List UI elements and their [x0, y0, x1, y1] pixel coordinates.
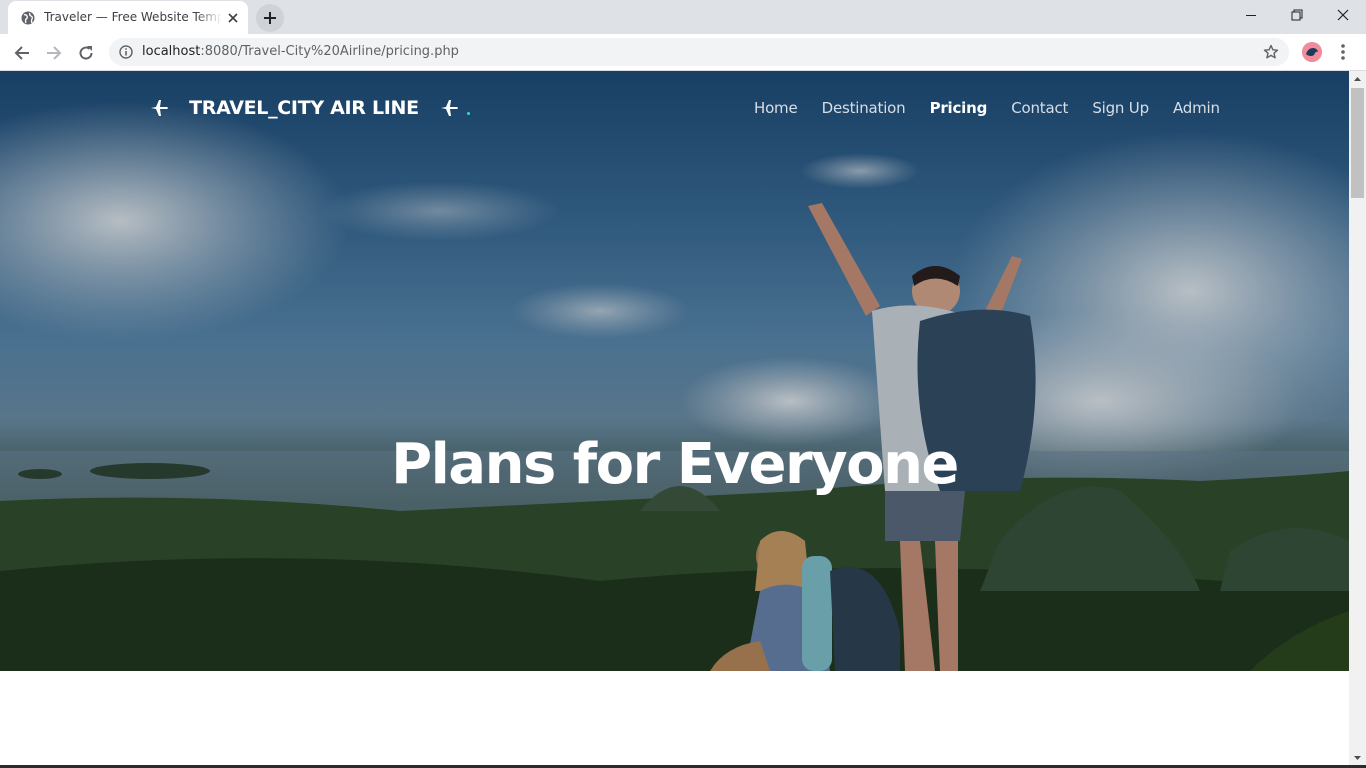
close-icon	[1337, 9, 1349, 21]
avatar-icon	[1302, 42, 1322, 62]
nav-link-pricing[interactable]: Pricing	[930, 99, 988, 117]
star-icon[interactable]	[1263, 44, 1279, 60]
brand-accent-dot	[467, 111, 471, 115]
plane-icon	[151, 100, 168, 116]
nav-link-admin[interactable]: Admin	[1173, 99, 1220, 117]
nav-link-destination[interactable]: Destination	[822, 99, 906, 117]
tab-title: Traveler — Free Website Template	[44, 10, 222, 24]
new-tab-button[interactable]	[256, 4, 284, 32]
tab-strip: Traveler — Free Website Template	[0, 0, 1366, 34]
plus-icon	[264, 12, 276, 24]
url-path: :8080/Travel-City%20Airline/pricing.php	[200, 44, 459, 59]
forward-icon	[47, 46, 62, 60]
nav-link-sign-up[interactable]: Sign Up	[1092, 99, 1149, 117]
main-navigation: Home Destination Pricing Contact Sign Up…	[754, 98, 1239, 117]
reload-button[interactable]	[72, 39, 100, 67]
reload-icon	[79, 46, 93, 60]
close-icon[interactable]	[226, 11, 240, 25]
forward-button[interactable]	[40, 39, 68, 67]
hero-overlay	[0, 71, 1349, 671]
minimize-button[interactable]	[1228, 0, 1274, 30]
window-close-button[interactable]	[1320, 0, 1366, 30]
back-button[interactable]	[8, 39, 36, 67]
brand-name: TRAVEL_CITY AIR LINE	[189, 97, 419, 119]
page-title: Plans for Everyone	[391, 432, 959, 497]
page-scrollbar[interactable]	[1349, 71, 1366, 768]
plane-icon	[440, 100, 458, 116]
profile-avatar[interactable]	[1302, 42, 1322, 62]
scroll-up-icon[interactable]	[1353, 75, 1362, 84]
globe-icon	[21, 11, 35, 25]
scrollbar-thumb[interactable]	[1351, 88, 1364, 198]
maximize-button[interactable]	[1274, 0, 1320, 30]
info-icon[interactable]	[119, 45, 133, 59]
hero-banner: TRAVEL_CITY AIR LINE Home Destination Pr…	[0, 71, 1349, 671]
address-bar[interactable]: localhost:8080/Travel-City%20Airline/pri…	[109, 38, 1289, 66]
menu-icon[interactable]	[1335, 40, 1351, 64]
back-icon	[14, 46, 29, 60]
browser-toolbar: localhost:8080/Travel-City%20Airline/pri…	[0, 34, 1366, 71]
url-host: localhost	[142, 44, 201, 59]
nav-link-contact[interactable]: Contact	[1011, 99, 1068, 117]
brand-logo[interactable]: TRAVEL_CITY AIR LINE	[150, 97, 471, 121]
minimize-icon	[1246, 15, 1256, 16]
browser-tab[interactable]: Traveler — Free Website Template	[8, 1, 248, 34]
nav-link-home[interactable]: Home	[754, 99, 798, 117]
scroll-down-icon[interactable]	[1353, 753, 1362, 762]
url-text[interactable]: localhost:8080/Travel-City%20Airline/pri…	[142, 44, 459, 59]
page-viewport: TRAVEL_CITY AIR LINE Home Destination Pr…	[0, 71, 1349, 768]
maximize-icon	[1291, 9, 1303, 21]
